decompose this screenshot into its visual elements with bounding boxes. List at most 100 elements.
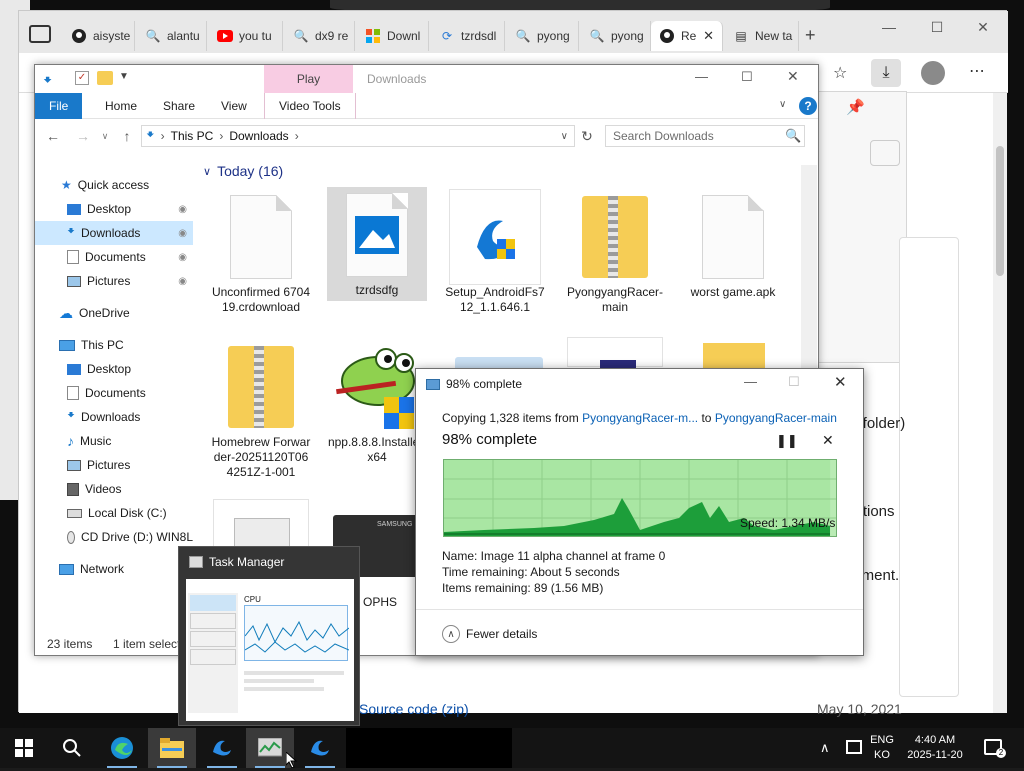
- recent-locations-icon[interactable]: ∨: [95, 126, 115, 146]
- progress-heading: 98% complete: [442, 431, 538, 448]
- favorites-icon[interactable]: ☆: [833, 63, 847, 83]
- input-language-indicator[interactable]: ENG KO: [868, 733, 896, 763]
- destination-link[interactable]: PyongyangRacer-main: [715, 411, 837, 425]
- partial-file-thumbnail[interactable]: [567, 337, 663, 368]
- refresh-icon[interactable]: ↻: [577, 126, 597, 146]
- tab-home[interactable]: Home: [91, 93, 151, 119]
- browser-tab[interactable]: 🔍 dx9 re: [285, 21, 355, 51]
- search-input[interactable]: Search Downloads: [605, 125, 805, 147]
- downloads-icon[interactable]: ⤓: [871, 59, 901, 87]
- address-bar[interactable]: 🠻 › This PC › Downloads › ∨: [141, 125, 575, 147]
- tab-video-tools[interactable]: Video Tools: [264, 93, 356, 119]
- properties-icon[interactable]: ✓: [75, 71, 89, 85]
- start-button[interactable]: [0, 728, 48, 768]
- nav-quick-access[interactable]: ★ Quick access: [35, 173, 193, 197]
- nav-pc-videos[interactable]: Videos: [35, 477, 193, 501]
- pause-icon[interactable]: ❚❚: [776, 433, 798, 449]
- browser-tab[interactable]: aisyste: [63, 21, 135, 51]
- up-icon[interactable]: ↑: [117, 126, 137, 146]
- network-status-icon[interactable]: [846, 740, 862, 754]
- file-item[interactable]: PyongyangRacer-main: [565, 189, 665, 315]
- minimize-icon[interactable]: —: [744, 374, 757, 389]
- new-folder-icon[interactable]: [97, 71, 113, 85]
- tab-actions-icon[interactable]: [29, 25, 51, 43]
- search-button[interactable]: [48, 728, 96, 768]
- tab-file[interactable]: File: [35, 93, 83, 119]
- file-explorer-taskbar-button[interactable]: [148, 728, 196, 768]
- youtube-icon: [217, 28, 233, 44]
- help-icon[interactable]: ?: [799, 97, 817, 115]
- file-item-selected[interactable]: tzrdsdfg: [327, 187, 427, 301]
- file-item[interactable]: npp.8.8.8.Installer.x64: [327, 339, 427, 465]
- browser-tab[interactable]: ⟳ tzrdsdl: [431, 21, 505, 51]
- notepad-plus-plus-chameleon-icon: [336, 348, 415, 429]
- address-dropdown-icon[interactable]: ∨: [561, 131, 568, 142]
- breadcrumb-this-pc[interactable]: This PC: [171, 129, 214, 143]
- github-icon: [659, 28, 675, 44]
- nav-qa-downloads[interactable]: 🠻 Downloads ◉: [35, 221, 193, 245]
- swan-app-taskbar-button[interactable]: [198, 728, 246, 768]
- nav-pc-downloads[interactable]: 🠻 Downloads: [35, 405, 193, 429]
- minimize-icon[interactable]: —: [695, 69, 708, 84]
- new-tab-icon[interactable]: +: [805, 25, 816, 46]
- browser-tab[interactable]: Downl: [357, 21, 429, 51]
- nav-pc-music[interactable]: ♪ Music: [35, 429, 193, 453]
- breadcrumb-downloads[interactable]: Downloads: [229, 129, 288, 143]
- minimize-icon[interactable]: —: [869, 15, 909, 39]
- browser-tab[interactable]: 🔍 pyong: [581, 21, 651, 51]
- tm-sidebar: [188, 593, 238, 713]
- play-context-tab[interactable]: Play: [264, 65, 353, 93]
- nav-pc-desktop[interactable]: Desktop: [35, 357, 193, 381]
- nav-pc-local-disk[interactable]: Local Disk (C:): [35, 501, 193, 525]
- search-icon[interactable]: 🔍: [785, 128, 801, 144]
- quick-access-toolbar-chevron-icon[interactable]: ▼: [119, 71, 129, 82]
- nav-pc-cd-drive[interactable]: CD Drive (D:) WIN8L: [35, 525, 193, 549]
- show-hidden-icons-chevron-icon[interactable]: ∧: [820, 740, 830, 756]
- nav-pc-documents[interactable]: Documents: [35, 381, 193, 405]
- copy-progress-dialog: 98% complete — ☐ ✕ Copying 1,328 items f…: [415, 368, 864, 656]
- file-item[interactable]: Unconfirmed 670419.crdownload: [211, 189, 311, 315]
- nav-pc-pictures[interactable]: Pictures: [35, 453, 193, 477]
- browser-tab[interactable]: you tu: [209, 21, 283, 51]
- pin-icon[interactable]: 📌: [846, 98, 865, 116]
- browser-tab[interactable]: 🔍 pyong: [507, 21, 579, 51]
- browser-tab-active[interactable]: Re ✕: [651, 21, 723, 51]
- edge-taskbar-button[interactable]: [98, 728, 146, 768]
- flyout-field[interactable]: [870, 140, 900, 166]
- close-icon[interactable]: ✕: [787, 68, 799, 85]
- file-item[interactable]: Setup_AndroidFs712_1.1.646.1: [445, 189, 545, 315]
- fewer-details-button[interactable]: ∧ Fewer details: [442, 625, 537, 643]
- tab-share[interactable]: Share: [149, 93, 209, 119]
- browser-tab[interactable]: 🔍 alantu: [137, 21, 207, 51]
- file-item[interactable]: worst game.apk: [683, 189, 783, 300]
- profile-avatar[interactable]: [921, 61, 945, 85]
- browser-tab[interactable]: ▤ New ta: [725, 21, 799, 51]
- group-header[interactable]: ∨ Today (16): [203, 163, 283, 179]
- clock[interactable]: 4:40 AM 2025-11-20: [900, 733, 970, 763]
- browser-scrollbar-thumb[interactable]: [996, 146, 1004, 276]
- partial-folder-icon[interactable]: [703, 343, 765, 371]
- close-icon[interactable]: ✕: [834, 373, 847, 391]
- swan-app-taskbar-button[interactable]: [296, 728, 344, 768]
- nav-network[interactable]: Network: [35, 557, 193, 581]
- nav-qa-desktop[interactable]: Desktop ◉: [35, 197, 193, 221]
- maximize-icon[interactable]: ☐: [741, 69, 753, 85]
- forward-icon[interactable]: →: [73, 126, 93, 146]
- maximize-icon[interactable]: ☐: [917, 15, 957, 39]
- task-manager-preview[interactable]: Task Manager CPU: [178, 546, 360, 726]
- nav-this-pc[interactable]: This PC: [35, 333, 193, 357]
- nav-qa-documents[interactable]: Documents ◉: [35, 245, 193, 269]
- file-item[interactable]: Homebrew Forwarder-20251120T064251Z-1-00…: [211, 339, 311, 480]
- source-code-link[interactable]: Source code (zip): [359, 701, 469, 717]
- back-icon[interactable]: ←: [43, 126, 63, 146]
- close-icon[interactable]: ✕: [963, 15, 1003, 39]
- more-options-icon[interactable]: ⋯: [969, 61, 985, 81]
- tab-close-icon[interactable]: ✕: [703, 28, 714, 44]
- source-link[interactable]: PyongyangRacer-m...: [582, 411, 698, 425]
- tab-view[interactable]: View: [207, 93, 261, 119]
- nav-qa-pictures[interactable]: Pictures ◉: [35, 269, 193, 293]
- nav-onedrive[interactable]: ☁ OneDrive: [35, 301, 193, 325]
- cancel-icon[interactable]: ✕: [822, 432, 834, 449]
- expand-ribbon-icon[interactable]: ∨: [779, 99, 786, 110]
- pin-icon: ◉: [178, 275, 187, 287]
